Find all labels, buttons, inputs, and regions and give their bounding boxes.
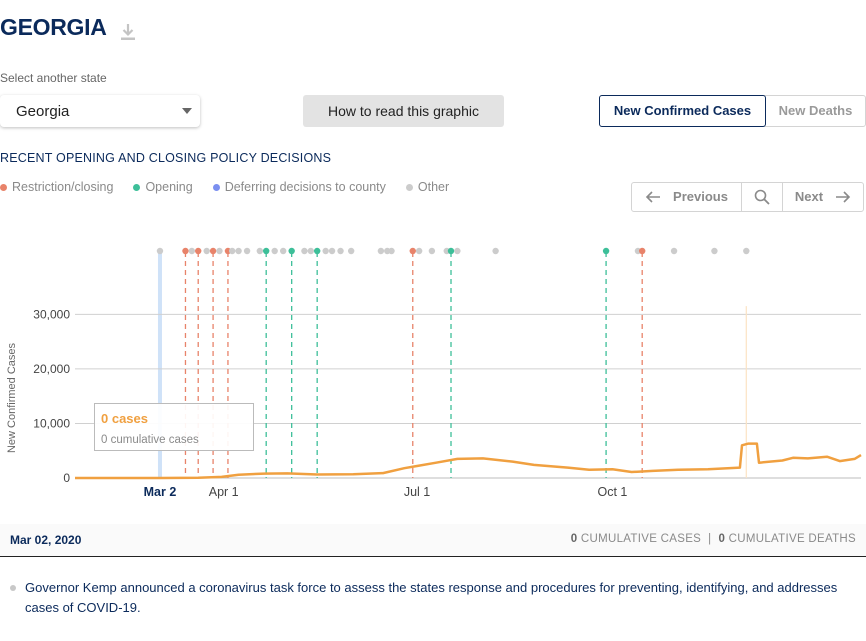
restriction-dot-icon [0, 183, 7, 191]
stats-separator: | [708, 533, 712, 545]
chevron-down-icon [182, 108, 192, 114]
tab-new-deaths[interactable]: New Deaths [766, 96, 865, 126]
cumulative-cases-label: CUMULATIVE CASES [580, 533, 702, 545]
y-tick-label: 30,000 [33, 307, 70, 321]
tooltip-cumulative: 0 cumulative cases [101, 434, 199, 446]
cumulative-stats: 0 CUMULATIVE CASES | 0 CUMULATIVE DEATHS [571, 533, 856, 545]
policy-event-dot[interactable] [415, 247, 423, 255]
event-pager: Previous Next [631, 182, 864, 212]
legend-label: Restriction/closing [12, 180, 114, 194]
policy-event-dot[interactable] [322, 247, 329, 255]
legend-item-opening: Opening [133, 180, 193, 194]
policy-event-dot[interactable] [670, 247, 678, 255]
download-icon[interactable] [119, 22, 137, 42]
legend-label: Deferring decisions to county [224, 180, 386, 194]
policy-event-dot[interactable] [447, 247, 455, 255]
policy-event-dot[interactable] [388, 247, 395, 255]
tab-new-confirmed-cases[interactable]: New Confirmed Cases [599, 95, 766, 127]
y-tick-label: 20,000 [33, 362, 70, 376]
cases-chart[interactable]: 0 10,000 20,000 30,000 New Confirmed Cases Ma… [0, 240, 866, 505]
policy-event-dot[interactable] [288, 247, 295, 255]
selected-date: Mar 02, 2020 [10, 533, 82, 547]
hover-tooltip: 0 cases 0 cumulative cases [94, 403, 254, 451]
legend-label: Opening [145, 180, 193, 194]
policy-event-dot[interactable] [428, 247, 436, 255]
policy-event-dot[interactable] [337, 247, 344, 255]
policy-event-dot[interactable] [711, 247, 718, 255]
legend-item-other: Other [405, 180, 450, 194]
search-button[interactable] [742, 183, 783, 211]
x-tick-label: Jul 1 [404, 485, 430, 499]
policy-event-dot[interactable] [307, 247, 314, 255]
opening-dot-icon [133, 183, 141, 191]
policy-event-dot[interactable] [602, 247, 610, 255]
policy-event-dot[interactable] [301, 247, 308, 255]
state-select[interactable]: Georgia [0, 95, 200, 127]
cumulative-deaths-label: CUMULATIVE DEATHS [728, 533, 856, 545]
state-title: GEORGIA [0, 14, 107, 40]
y-axis-label: New Confirmed Cases [6, 342, 18, 453]
policy-event-dot[interactable] [409, 247, 416, 255]
policy-heading: RECENT OPENING AND CLOSING POLICY DECISI… [0, 151, 332, 165]
y-tick-label: 0 [63, 471, 70, 485]
cumulative-cases-value: 0 [570, 533, 578, 545]
legend-item-county: Deferring decisions to county [212, 180, 386, 194]
policy-event-dot[interactable] [271, 247, 278, 255]
next-button[interactable]: Next [783, 183, 863, 211]
policy-event-dot[interactable] [279, 247, 287, 255]
policy-event-dot[interactable] [454, 247, 461, 255]
policy-event-dot[interactable] [638, 247, 646, 255]
policy-event-dot[interactable] [492, 247, 499, 255]
search-icon [754, 189, 770, 205]
other-dot-icon [405, 183, 413, 191]
policy-event-dot[interactable] [188, 247, 196, 255]
legend-label: Other [417, 180, 450, 194]
previous-label: Previous [673, 189, 728, 204]
tooltip-cases: 0 cases [101, 411, 148, 426]
x-tick-label: Oct 1 [598, 485, 628, 499]
policy-event-dot[interactable] [216, 247, 223, 255]
policy-event-dot[interactable] [235, 247, 242, 255]
arrow-left-icon [645, 191, 661, 203]
state-select-value: Georgia [16, 103, 70, 120]
cumulative-deaths-value: 0 [718, 533, 726, 545]
y-tick-label: 10,000 [33, 416, 70, 430]
x-tick-label: Apr 1 [209, 485, 239, 499]
how-to-read-button[interactable]: How to read this graphic [303, 95, 504, 127]
policy-event-dot[interactable] [313, 247, 321, 255]
previous-button[interactable]: Previous [632, 183, 742, 211]
policy-event-dot[interactable] [182, 247, 189, 255]
policy-event-dot[interactable] [377, 247, 385, 255]
policy-event-dot[interactable] [203, 247, 210, 255]
event-bullet-icon [10, 585, 16, 591]
policy-event-item: Governor Kemp announced a coronavirus ta… [10, 578, 850, 618]
arrow-right-icon [836, 191, 851, 203]
policy-event-dot[interactable] [156, 247, 164, 255]
policy-event-dot[interactable] [229, 247, 236, 255]
policy-event-dot[interactable] [195, 247, 202, 255]
policy-event-dot[interactable] [209, 247, 217, 255]
legend-item-restriction: Restriction/closing [0, 180, 113, 194]
policy-legend: Restriction/closing Opening Deferring de… [0, 180, 469, 194]
policy-event-dot[interactable] [256, 247, 264, 255]
policy-event-dot[interactable] [743, 247, 750, 255]
policy-event-dot[interactable] [347, 247, 355, 255]
selected-date-bar: Mar 02, 2020 0 CUMULATIVE CASES | 0 CUMU… [0, 524, 866, 557]
metric-toggle: New Confirmed Cases New Deaths [599, 95, 866, 127]
x-tick-label: Mar 2 [144, 485, 177, 499]
policy-event-dot[interactable] [243, 247, 251, 255]
event-text: Governor Kemp announced a coronavirus ta… [25, 580, 838, 615]
policy-event-dot[interactable] [262, 247, 270, 255]
next-label: Next [794, 189, 824, 204]
county-dot-icon [212, 183, 220, 191]
policy-event-dot[interactable] [328, 247, 336, 255]
state-select-label: Select another state [0, 71, 107, 85]
